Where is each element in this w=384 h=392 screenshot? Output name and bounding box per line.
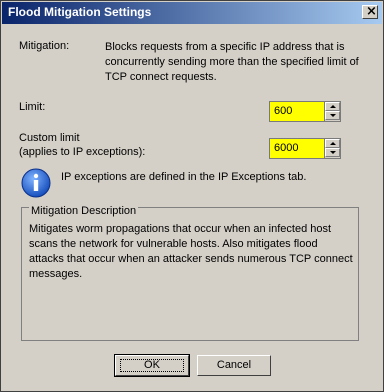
close-icon: × [366,4,377,19]
limit-increment-button[interactable] [325,102,340,111]
arrow-down-icon [330,114,336,117]
focus-rect [120,359,184,372]
limit-label: Limit: [19,101,46,113]
custom-limit-increment-button[interactable] [325,139,340,148]
group-title: Mitigation Description [29,205,139,217]
cancel-button[interactable]: Cancel [197,355,271,376]
limit-spinner[interactable]: 600 [269,101,341,122]
arrow-up-icon [330,142,336,145]
custom-limit-spin-buttons [324,139,340,158]
window-title: Flood Mitigation Settings [8,5,152,19]
custom-limit-sublabel: (applies to IP exceptions): [19,146,146,158]
cancel-button-label: Cancel [216,359,252,371]
custom-limit-decrement-button[interactable] [325,148,340,157]
custom-limit-label: Custom limit [19,132,80,144]
mitigation-description: Blocks requests from a specific IP addre… [105,41,359,83]
arrow-up-icon [330,105,336,108]
custom-limit-spinner[interactable]: 6000 [269,138,341,159]
ok-button[interactable]: OK [114,354,190,377]
mitigation-label: Mitigation: [19,40,70,52]
close-button[interactable]: × [362,4,378,19]
arrow-down-icon [330,151,336,154]
limit-decrement-button[interactable] [325,111,340,120]
title-bar[interactable]: Flood Mitigation Settings × [2,2,382,24]
group-description: Mitigates worm propagations that occur w… [29,223,353,280]
info-icon [21,168,51,198]
flood-mitigation-dialog: Flood Mitigation Settings × Mitigation: … [0,0,384,392]
limit-spin-buttons [324,102,340,121]
custom-limit-value[interactable]: 6000 [274,142,298,154]
info-text: IP exceptions are defined in the IP Exce… [61,171,307,183]
limit-value[interactable]: 600 [274,105,292,117]
